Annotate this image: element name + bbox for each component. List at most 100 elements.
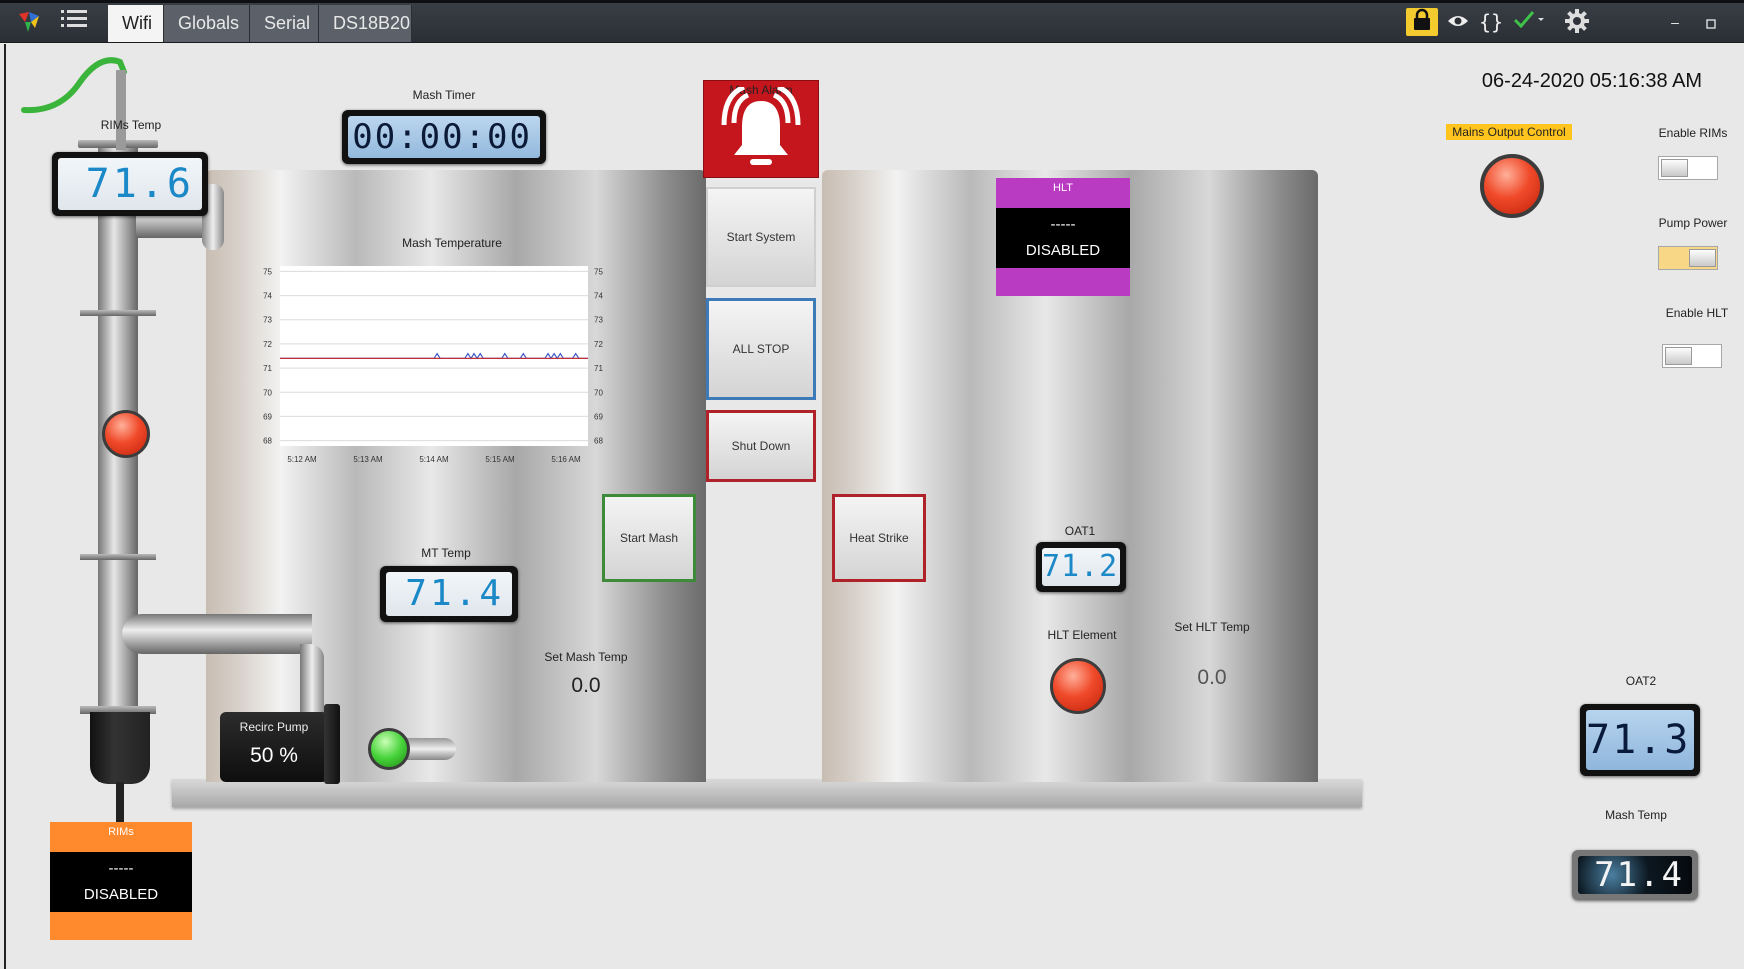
rims-card-body: ----- DISABLED [50,852,192,912]
mash-timer-label: Mash Timer [412,88,476,102]
set-hlt-temp-label: Set HLT Temp [1174,620,1250,634]
tab-globals[interactable]: Globals [164,5,250,42]
recirc-pump-motor [324,704,340,784]
toggle-knob [1689,249,1716,267]
checkmark-dropdown-icon[interactable] [1512,8,1548,36]
menu-list-icon[interactable] [58,8,90,36]
set-hlt-temp-value[interactable]: 0.0 [1172,666,1252,690]
chart-y-tick-left: 70 [263,388,272,397]
chart-x-tick: 5:15 AM [485,455,515,464]
app-logo-icon[interactable] [14,8,44,36]
chart-y-tick-right: 68 [594,437,603,446]
pump-power-toggle[interactable] [1658,246,1718,270]
mash-timer-display: 00:00:00 [342,110,546,164]
rims-element-indicator [102,410,150,458]
tab-serial[interactable]: Serial [250,5,319,42]
all-stop-button[interactable]: ALL STOP [706,298,816,400]
eye-icon[interactable] [1444,8,1472,36]
hlt-status-card: HLT ----- DISABLED [996,178,1130,296]
mt-temp-display: 71.4 [380,566,518,622]
pump-power-label: Pump Power [1658,216,1728,230]
chart-y-tick-left: 71 [263,364,272,373]
chart-y-tick-left: 68 [263,437,272,446]
rims-flange [80,310,156,316]
chart-x-tick: 5:12 AM [287,455,317,464]
rims-status-card: RIMs ----- DISABLED [50,822,192,940]
tank-base-platform [172,779,1362,807]
mash-temp-value: 71.4 [1578,856,1692,894]
maximize-icon[interactable] [1700,8,1722,36]
set-mash-temp-label: Set Mash Temp [544,650,628,664]
chart-y-tick-left: 72 [263,340,272,349]
chart-x-tick: 5:16 AM [551,455,581,464]
title-strip [0,0,1744,3]
chart-y-tick-right: 74 [594,292,603,301]
oat2-display: 71.3 [1580,704,1700,776]
chart-x-tick: 5:14 AM [419,455,449,464]
mash-timer-value: 00:00:00 [348,116,540,158]
mains-output-label: Mains Output Control [1446,124,1572,140]
toggle-knob [1661,159,1688,177]
oat2-label: OAT2 [1625,674,1657,688]
chart-y-tick-right: 72 [594,340,603,349]
lock-icon[interactable] [1406,8,1438,36]
mash-temp-display: 71.4 [1572,850,1698,900]
rims-temp-label: RIMs Temp [100,118,162,132]
rims-temp-display: 71.6 [52,152,208,216]
start-system-button[interactable]: Start System [706,187,816,287]
chart-y-tick-left: 74 [263,292,272,301]
rims-tube [98,142,138,782]
oat2-value: 71.3 [1586,710,1694,770]
oat1-display: 71.2 [1036,542,1126,592]
tab-wifi[interactable]: Wifi [108,5,164,42]
recirc-pipe [122,614,312,654]
chart-y-tick-right: 69 [594,412,603,421]
workspace: RIMs Temp 71.6 Mash Timer 00:00:00 Mash … [4,44,1744,969]
code-braces-icon[interactable]: {} [1478,8,1504,36]
gear-icon[interactable] [1562,8,1592,36]
rims-heater-housing [90,712,150,784]
hlt-element-label: HLT Element [1047,628,1117,642]
rims-flange [80,554,156,560]
tab-ds18b20[interactable]: DS18B20 [319,5,412,42]
heat-strike-button[interactable]: Heat Strike [832,494,926,582]
chart-y-tick-right: 70 [594,388,603,397]
recirc-pump-value: 50 % [250,744,298,767]
minimize-icon[interactable]: – [1664,8,1686,36]
alarm-bell-icon [721,87,801,165]
mains-output-indicator[interactable] [1480,154,1544,218]
chart-y-tick-right: 71 [594,364,603,373]
chart-y-tick-left: 73 [263,316,272,325]
recirc-pump-body: Recirc Pump 50 % [220,712,328,782]
mash-alarm-panel[interactable]: Mash Alarm [703,80,819,178]
chart-y-tick-right: 75 [594,267,603,276]
chart-y-tick-right: 73 [594,316,603,325]
hlt-card-status: DISABLED [1025,242,1101,259]
hlt-element-indicator [1050,658,1106,714]
hlt-card-body: ----- DISABLED [996,208,1130,268]
start-mash-button[interactable]: Start Mash [602,494,696,582]
enable-hlt-toggle[interactable] [1662,344,1722,368]
chart-y-tick-left: 69 [263,412,272,421]
shut-down-button[interactable]: Shut Down [706,410,816,482]
recirc-pump-indicator [368,728,410,770]
rims-temp-value: 71.6 [58,158,202,210]
rims-card-status: DISABLED [83,886,159,903]
enable-rims-toggle[interactable] [1658,156,1718,180]
chart-plot-area [280,266,588,446]
temperature-probe-cable [21,57,127,150]
recirc-pump-label: Recirc Pump [239,720,309,734]
chart-x-tick: 5:13 AM [353,455,383,464]
oat1-value: 71.2 [1042,548,1120,586]
top-bar: Wifi Globals Serial DS18B20 {} – [0,0,1744,43]
hlt-card-title: HLT [1053,182,1073,194]
set-mash-temp-value[interactable]: 0.0 [546,674,626,698]
datetime-display: 06-24-2020 05:16:38 AM [1481,70,1703,92]
rims-card-dashes: ----- [108,860,134,877]
mash-temp-label: Mash Temp [1605,808,1667,822]
enable-rims-label: Enable RIMs [1658,126,1728,140]
oat1-label: OAT1 [1064,524,1096,538]
toggle-knob [1665,347,1692,365]
mt-temp-label: MT Temp [421,546,471,560]
